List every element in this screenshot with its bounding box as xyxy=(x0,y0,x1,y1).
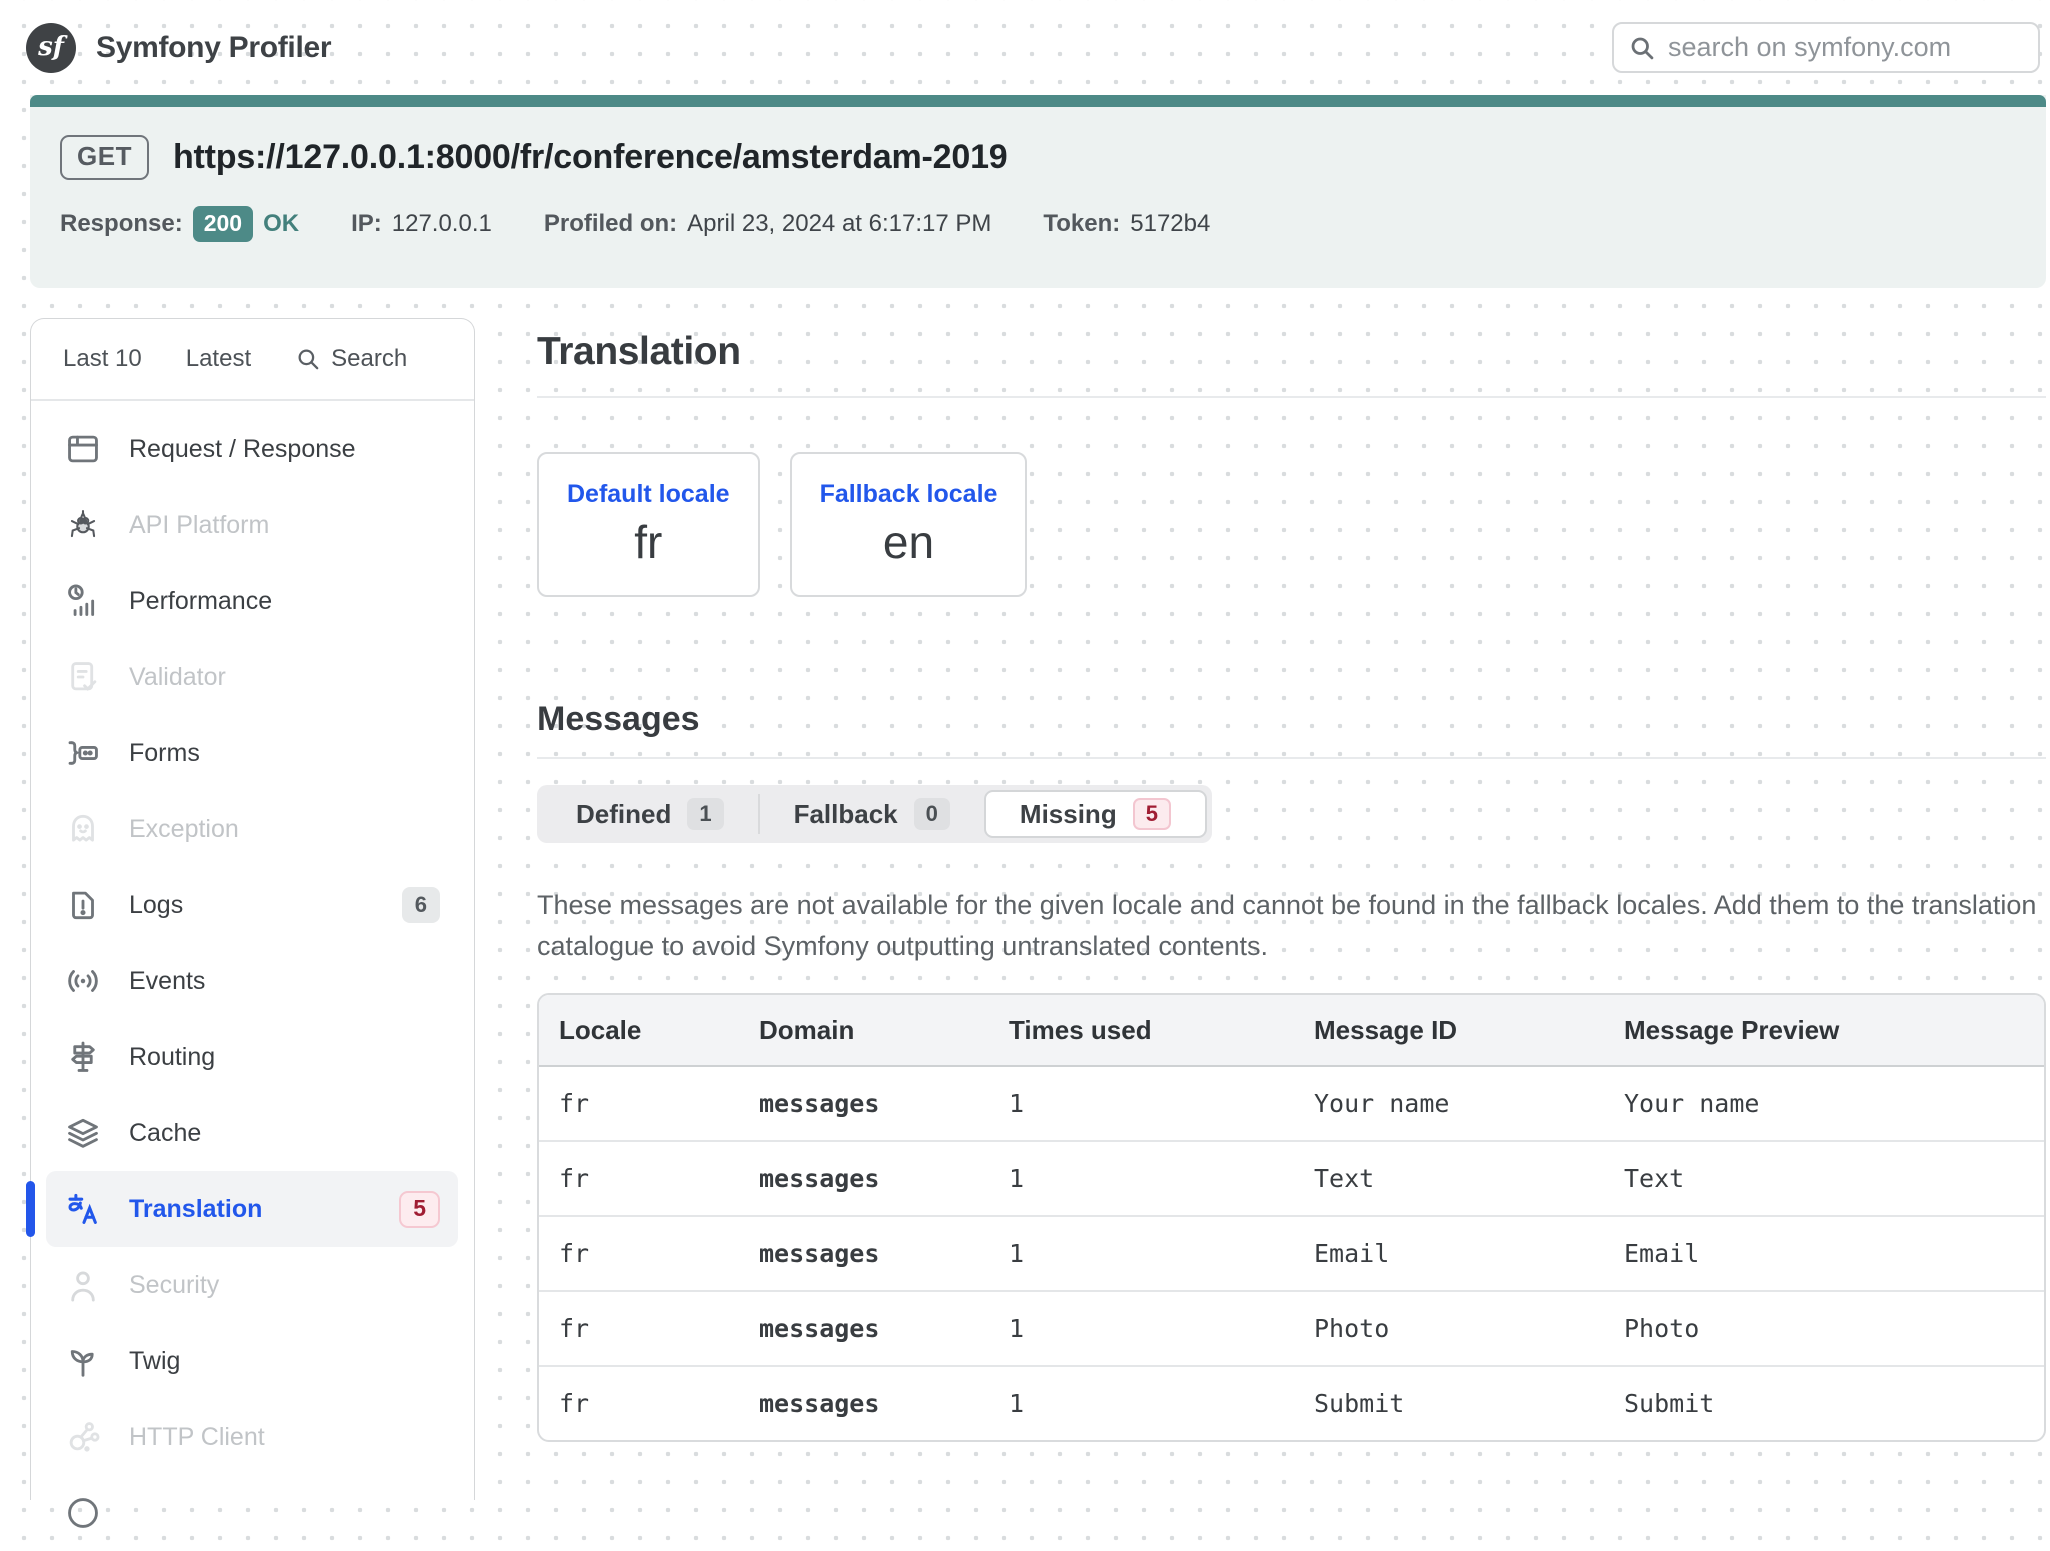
col-domain: Domain xyxy=(739,995,989,1065)
spider-mascot-icon xyxy=(63,505,103,545)
filter-latest[interactable]: Latest xyxy=(186,345,251,373)
sidebar-item-request-response[interactable]: Request / Response xyxy=(31,411,474,487)
page-title: Translation xyxy=(537,330,2046,374)
site-search[interactable] xyxy=(1612,22,2040,73)
messages-tabs: Defined 1 Fallback 0 Missing 5 xyxy=(537,785,1212,843)
sidebar-item-events[interactable]: Events xyxy=(31,943,474,1019)
filter-search[interactable]: Search xyxy=(295,345,407,373)
status-code-badge: 200 xyxy=(193,206,253,242)
tab-missing[interactable]: Missing 5 xyxy=(984,790,1207,838)
sidebar-item-security[interactable]: Security xyxy=(31,1247,474,1323)
search-input[interactable] xyxy=(1668,32,1998,63)
defined-count-badge: 1 xyxy=(687,798,723,830)
layers-icon xyxy=(63,1113,103,1153)
table-row: fr messages 1 Text Text xyxy=(539,1140,2044,1215)
divider xyxy=(537,396,2046,398)
table-row: fr messages 1 Email Email xyxy=(539,1215,2044,1290)
missing-count-badge: 5 xyxy=(1133,798,1171,830)
accent-bar xyxy=(30,95,2046,107)
col-times-used: Times used xyxy=(989,995,1294,1065)
translation-count-badge: 5 xyxy=(399,1191,440,1228)
fallback-locale-card: Fallback locale en xyxy=(790,452,1028,597)
ip-info: IP: 127.0.0.1 xyxy=(351,210,492,238)
tab-defined[interactable]: Defined 1 xyxy=(542,790,758,838)
divider xyxy=(537,757,2046,759)
fallback-locale-value: en xyxy=(883,515,934,569)
log-document-icon xyxy=(63,885,103,925)
messages-title: Messages xyxy=(537,700,2046,739)
sidebar-item-http-client[interactable]: HTTP Client xyxy=(31,1399,474,1475)
symfony-logo-icon: sf xyxy=(26,23,76,73)
fallback-count-badge: 0 xyxy=(914,798,950,830)
sidebar-menu: Request / Response API Platform Performa… xyxy=(31,401,474,1551)
sidebar-item-performance[interactable]: Performance xyxy=(31,563,474,639)
sidebar-item-routing[interactable]: Routing xyxy=(31,1019,474,1095)
table-header-row: Locale Domain Times used Message ID Mess… xyxy=(539,995,2044,1067)
tab-fallback[interactable]: Fallback 0 xyxy=(760,790,984,838)
ghost-icon xyxy=(63,809,103,849)
filter-last10[interactable]: Last 10 xyxy=(63,345,142,373)
network-nodes-icon xyxy=(63,1417,103,1457)
default-locale-value: fr xyxy=(634,515,662,569)
request-url: https://127.0.0.1:8000/fr/conference/ams… xyxy=(173,138,1008,177)
col-locale: Locale xyxy=(539,995,739,1065)
broadcast-icon xyxy=(63,961,103,1001)
top-bar: sf Symfony Profiler xyxy=(0,0,2050,95)
http-method-badge: GET xyxy=(60,135,149,180)
sidebar-item-forms[interactable]: Forms xyxy=(31,715,474,791)
circle-icon xyxy=(63,1493,103,1533)
app-title: Symfony Profiler xyxy=(96,0,331,95)
sidebar-item-partial[interactable] xyxy=(31,1475,474,1551)
main-panel: Translation Default locale fr Fallback l… xyxy=(537,330,2046,1442)
signpost-icon xyxy=(63,1037,103,1077)
token-info: Token: 5172b4 xyxy=(1043,210,1210,238)
sidebar-item-twig[interactable]: Twig xyxy=(31,1323,474,1399)
sidebar-item-logs[interactable]: Logs 6 xyxy=(31,867,474,943)
default-locale-card: Default locale fr xyxy=(537,452,760,597)
request-summary-panel: GET https://127.0.0.1:8000/fr/conference… xyxy=(30,95,2046,288)
sidebar-item-cache[interactable]: Cache xyxy=(31,1095,474,1171)
table-row: fr messages 1 Your name Your name xyxy=(539,1067,2044,1140)
table-row: fr messages 1 Submit Submit xyxy=(539,1365,2044,1440)
browser-window-icon xyxy=(63,429,103,469)
table-row: fr messages 1 Photo Photo xyxy=(539,1290,2044,1365)
sidebar-item-exception[interactable]: Exception xyxy=(31,791,474,867)
table-body: fr messages 1 Your name Your name fr mes… xyxy=(539,1067,2044,1440)
locale-cards: Default locale fr Fallback locale en xyxy=(537,452,2046,597)
sidebar-item-api-platform[interactable]: API Platform xyxy=(31,487,474,563)
missing-messages-description: These messages are not available for the… xyxy=(537,885,2046,967)
col-message-preview: Message Preview xyxy=(1604,995,2044,1065)
sidebar-item-translation[interactable]: Translation 5 xyxy=(46,1171,458,1247)
search-icon xyxy=(295,346,321,372)
translation-language-icon xyxy=(63,1189,103,1229)
performance-icon xyxy=(63,581,103,621)
missing-messages-table: Locale Domain Times used Message ID Mess… xyxy=(537,993,2046,1442)
profiler-sidebar: Last 10 Latest Search Request / Response… xyxy=(30,318,475,1500)
sidebar-item-validator[interactable]: Validator xyxy=(31,639,474,715)
response-status: Response: 200 OK xyxy=(60,206,299,242)
sidebar-filter-bar: Last 10 Latest Search xyxy=(31,319,474,401)
logs-count-badge: 6 xyxy=(402,887,440,923)
search-icon xyxy=(1628,34,1656,62)
twig-leaf-icon xyxy=(63,1341,103,1381)
person-icon xyxy=(63,1265,103,1305)
col-message-id: Message ID xyxy=(1294,995,1604,1065)
profiled-on-info: Profiled on: April 23, 2024 at 6:17:17 P… xyxy=(544,210,992,238)
validator-clipboard-icon xyxy=(63,657,103,697)
form-input-icon xyxy=(63,733,103,773)
